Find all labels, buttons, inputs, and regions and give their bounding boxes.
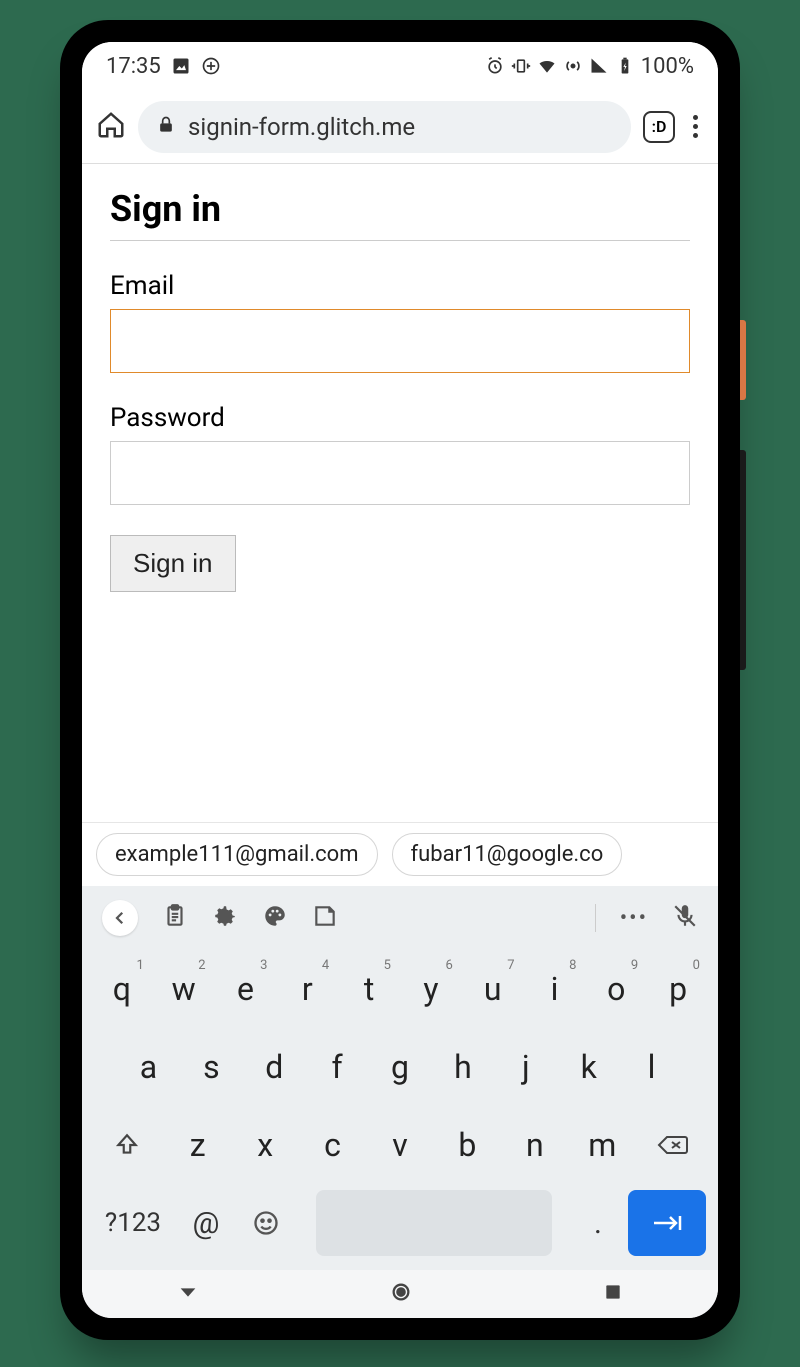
space-key[interactable] xyxy=(316,1190,552,1256)
key-r[interactable]: r4 xyxy=(277,956,337,1022)
sticker-icon[interactable] xyxy=(312,903,338,933)
alarm-icon xyxy=(485,56,505,76)
mic-off-icon[interactable] xyxy=(672,903,698,933)
keyboard-back-icon[interactable] xyxy=(102,900,138,936)
suggestion-chip[interactable]: fubar11@google.co xyxy=(392,833,623,876)
key-q[interactable]: q1 xyxy=(92,956,152,1022)
backspace-key[interactable] xyxy=(638,1112,708,1178)
key-e[interactable]: e3 xyxy=(216,956,276,1022)
key-k[interactable]: k xyxy=(558,1034,619,1100)
battery-percent: 100% xyxy=(641,54,694,79)
nav-home-icon[interactable] xyxy=(390,1281,412,1307)
hotspot-icon xyxy=(563,56,583,76)
key-c[interactable]: c xyxy=(299,1112,366,1178)
key-s[interactable]: s xyxy=(181,1034,242,1100)
key-f[interactable]: f xyxy=(307,1034,368,1100)
android-navbar xyxy=(82,1270,718,1318)
key-w[interactable]: w2 xyxy=(154,956,214,1022)
home-icon[interactable] xyxy=(96,110,126,144)
symbols-key[interactable]: ?123 xyxy=(94,1190,172,1256)
key-i[interactable]: i8 xyxy=(525,956,585,1022)
key-b[interactable]: b xyxy=(434,1112,501,1178)
key-t[interactable]: t5 xyxy=(339,956,399,1022)
enter-key[interactable] xyxy=(628,1190,706,1256)
lock-icon xyxy=(156,113,176,141)
status-bar: 17:35 xyxy=(82,42,718,90)
password-label: Password xyxy=(110,403,690,433)
power-button xyxy=(740,320,746,400)
volume-button xyxy=(740,450,746,670)
key-l[interactable]: l xyxy=(621,1034,682,1100)
key-o[interactable]: o9 xyxy=(586,956,646,1022)
key-d[interactable]: d xyxy=(244,1034,305,1100)
divider xyxy=(595,904,596,932)
screen: 17:35 xyxy=(82,42,718,1318)
signal-icon xyxy=(589,56,609,76)
key-y[interactable]: y6 xyxy=(401,956,461,1022)
battery-icon xyxy=(615,56,635,76)
key-m[interactable]: m xyxy=(569,1112,636,1178)
page-content: Sign in Email Password Sign in xyxy=(82,164,718,822)
soft-keyboard: ••• q1w2e3r4t5y6u7i8o9p0 asdfghjkl zxcvb… xyxy=(82,886,718,1270)
autofill-suggestions: example111@gmail.com fubar11@google.co xyxy=(82,822,718,886)
key-n[interactable]: n xyxy=(501,1112,568,1178)
suggestion-chip[interactable]: example111@gmail.com xyxy=(96,833,378,876)
phone-frame: 17:35 xyxy=(60,20,740,1340)
shift-key[interactable] xyxy=(92,1112,162,1178)
tabs-button[interactable]: :D xyxy=(643,111,675,143)
nav-recents-icon[interactable] xyxy=(603,1282,623,1306)
password-field[interactable] xyxy=(110,441,690,505)
nav-back-icon[interactable] xyxy=(177,1281,199,1307)
signin-button[interactable]: Sign in xyxy=(110,535,236,592)
email-field[interactable] xyxy=(110,309,690,373)
key-x[interactable]: x xyxy=(231,1112,298,1178)
period-key[interactable]: . xyxy=(576,1190,620,1256)
key-a[interactable]: a xyxy=(118,1034,179,1100)
more-icon[interactable]: ••• xyxy=(620,906,648,931)
emoji-key[interactable] xyxy=(240,1190,292,1256)
url-text: signin-form.glitch.me xyxy=(188,113,415,141)
key-g[interactable]: g xyxy=(370,1034,431,1100)
key-z[interactable]: z xyxy=(164,1112,231,1178)
clock: 17:35 xyxy=(106,54,161,79)
key-p[interactable]: p0 xyxy=(648,956,708,1022)
gear-icon[interactable] xyxy=(212,903,238,933)
vibrate-icon xyxy=(511,56,531,76)
palette-icon[interactable] xyxy=(262,903,288,933)
clipboard-icon[interactable] xyxy=(162,903,188,933)
data-saver-icon xyxy=(201,56,221,76)
url-bar[interactable]: signin-form.glitch.me xyxy=(138,101,631,153)
email-label: Email xyxy=(110,271,690,301)
overflow-menu-icon[interactable] xyxy=(687,109,704,144)
key-u[interactable]: u7 xyxy=(463,956,523,1022)
wifi-icon xyxy=(537,56,557,76)
browser-toolbar: signin-form.glitch.me :D xyxy=(82,90,718,164)
key-h[interactable]: h xyxy=(432,1034,493,1100)
image-icon xyxy=(171,56,191,76)
key-v[interactable]: v xyxy=(366,1112,433,1178)
key-j[interactable]: j xyxy=(495,1034,556,1100)
page-title: Sign in xyxy=(110,188,690,241)
at-key[interactable]: @ xyxy=(180,1190,232,1256)
